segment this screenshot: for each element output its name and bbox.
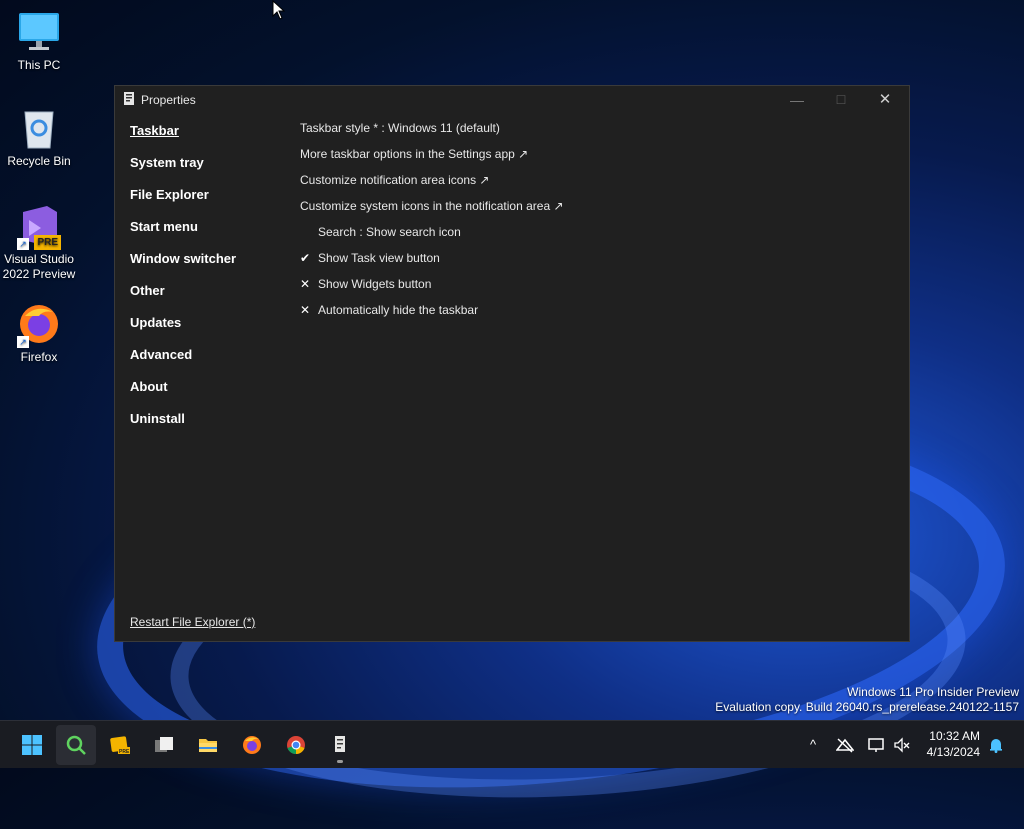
- minimize-button[interactable]: —: [775, 86, 819, 114]
- app-icon: [124, 92, 134, 105]
- notification-icons-link[interactable]: Customize notification area icons ↗: [300, 172, 860, 198]
- task-view-toggle[interactable]: ✔ Show Task view button: [300, 250, 860, 276]
- nav-item-updates[interactable]: Updates: [130, 315, 280, 347]
- svg-text:PRE: PRE: [119, 749, 130, 755]
- cross-icon: ✕: [300, 277, 311, 291]
- taskbar-style-setting[interactable]: Taskbar style * : Windows 11 (default): [300, 120, 860, 146]
- cross-icon: ✕: [300, 303, 311, 317]
- restart-explorer-link[interactable]: Restart File Explorer (*): [130, 615, 255, 629]
- setting-label: Customize system icons in the notificati…: [300, 199, 564, 213]
- system-icons-link[interactable]: Customize system icons in the notificati…: [300, 198, 860, 224]
- evaluation-watermark: Windows 11 Pro Insider Preview Evaluatio…: [715, 685, 1019, 715]
- sidebar-nav: Taskbar System tray File Explorer Start …: [130, 123, 280, 443]
- firefox-icon: [243, 736, 261, 754]
- taskbar: PRE ^ 10:32 AM 4/13/2024: [0, 720, 1024, 768]
- checkmark-icon: ✔: [300, 251, 311, 265]
- nav-item-start-menu[interactable]: Start menu: [130, 219, 280, 251]
- notification-bell-icon[interactable]: [987, 737, 1005, 753]
- setting-label: Taskbar style * : Windows 11 (default): [300, 121, 500, 135]
- title-bar[interactable]: Properties — ☐ ✕: [115, 86, 909, 114]
- nav-item-advanced[interactable]: Advanced: [130, 347, 280, 379]
- desktop-icon-this-pc[interactable]: This PC: [1, 10, 77, 73]
- watermark-line: Evaluation copy. Build 26040.rs_prerelea…: [715, 700, 1019, 714]
- monitor-icon: [17, 10, 61, 54]
- shortcut-arrow-icon: ↗: [17, 238, 29, 250]
- desktop-icon-label: This PC: [17, 58, 61, 72]
- setting-label: More taskbar options in the Settings app…: [300, 147, 529, 161]
- chrome-icon: [287, 736, 305, 754]
- nav-item-other[interactable]: Other: [130, 283, 280, 315]
- clock[interactable]: 10:32 AM 4/13/2024: [927, 728, 980, 760]
- nav-item-window-switcher[interactable]: Window switcher: [130, 251, 280, 283]
- desktop-icon-visual-studio[interactable]: PRE ↗ Visual Studio 2022 Preview: [1, 204, 77, 282]
- network-icon[interactable]: [835, 737, 855, 753]
- search-button[interactable]: [56, 725, 96, 765]
- watermark-line: Windows 11 Pro Insider Preview: [847, 685, 1019, 699]
- nav-item-taskbar[interactable]: Taskbar: [130, 123, 280, 155]
- desktop-icon-label: Firefox: [20, 350, 58, 364]
- running-indicator: [337, 760, 343, 763]
- shortcut-arrow-icon: ↗: [17, 336, 29, 348]
- taskbar-pre-app[interactable]: PRE: [100, 725, 140, 765]
- setting-label: Show Widgets button: [318, 277, 432, 291]
- search-icon-setting[interactable]: Search : Show search icon: [300, 224, 860, 250]
- clock-date: 4/13/2024: [926, 745, 980, 759]
- firefox-icon: ↗: [17, 302, 61, 348]
- show-hidden-icons-button[interactable]: ^: [804, 737, 822, 753]
- properties-app-button[interactable]: [320, 725, 360, 765]
- mouse-cursor-icon: [272, 0, 286, 20]
- nav-item-system-tray[interactable]: System tray: [130, 155, 280, 187]
- setting-label: Automatically hide the taskbar: [318, 303, 479, 317]
- window-title: Properties: [141, 93, 196, 107]
- close-button[interactable]: ✕: [863, 86, 907, 114]
- clock-time: 10:32 AM: [929, 729, 980, 743]
- properties-app-icon: [335, 736, 345, 752]
- setting-label: Search : Show search icon: [318, 225, 461, 239]
- nav-item-file-explorer[interactable]: File Explorer: [130, 187, 280, 219]
- properties-window: Properties — ☐ ✕ Taskbar System tray Fil…: [114, 85, 910, 642]
- settings-app-link[interactable]: More taskbar options in the Settings app…: [300, 146, 860, 172]
- settings-panel: Taskbar style * : Windows 11 (default) M…: [300, 120, 860, 328]
- task-view-button[interactable]: [144, 725, 184, 765]
- firefox-button[interactable]: [232, 725, 272, 765]
- recycle-bin-icon: [17, 106, 61, 150]
- autohide-toggle[interactable]: ✕ Automatically hide the taskbar: [300, 302, 860, 328]
- setting-label: Customize notification area icons ↗: [300, 173, 490, 187]
- volume-muted-icon[interactable]: [893, 737, 911, 753]
- start-icon: [22, 735, 42, 755]
- nav-item-uninstall[interactable]: Uninstall: [130, 411, 280, 443]
- desktop-icon-label: Recycle Bin: [7, 154, 71, 168]
- task-view-icon: [155, 737, 173, 752]
- pre-badge: PRE: [34, 235, 61, 250]
- file-explorer-button[interactable]: [188, 725, 228, 765]
- desktop-icon-recycle-bin[interactable]: Recycle Bin: [1, 106, 77, 169]
- widgets-toggle[interactable]: ✕ Show Widgets button: [300, 276, 860, 302]
- file-explorer-icon: [199, 739, 217, 752]
- search-icon: [66, 735, 86, 755]
- setting-label: Show Task view button: [318, 251, 440, 265]
- start-button[interactable]: [12, 725, 52, 765]
- maximize-button[interactable]: ☐: [819, 86, 863, 114]
- pre-app-icon: PRE: [110, 736, 130, 755]
- visual-studio-icon: PRE ↗: [17, 204, 61, 250]
- desktop-icon-label: Visual Studio 2022 Preview: [2, 252, 76, 281]
- chrome-button[interactable]: [276, 725, 316, 765]
- display-icon[interactable]: [868, 737, 886, 753]
- nav-item-about[interactable]: About: [130, 379, 280, 411]
- desktop-icon-firefox[interactable]: ↗ Firefox: [1, 302, 77, 365]
